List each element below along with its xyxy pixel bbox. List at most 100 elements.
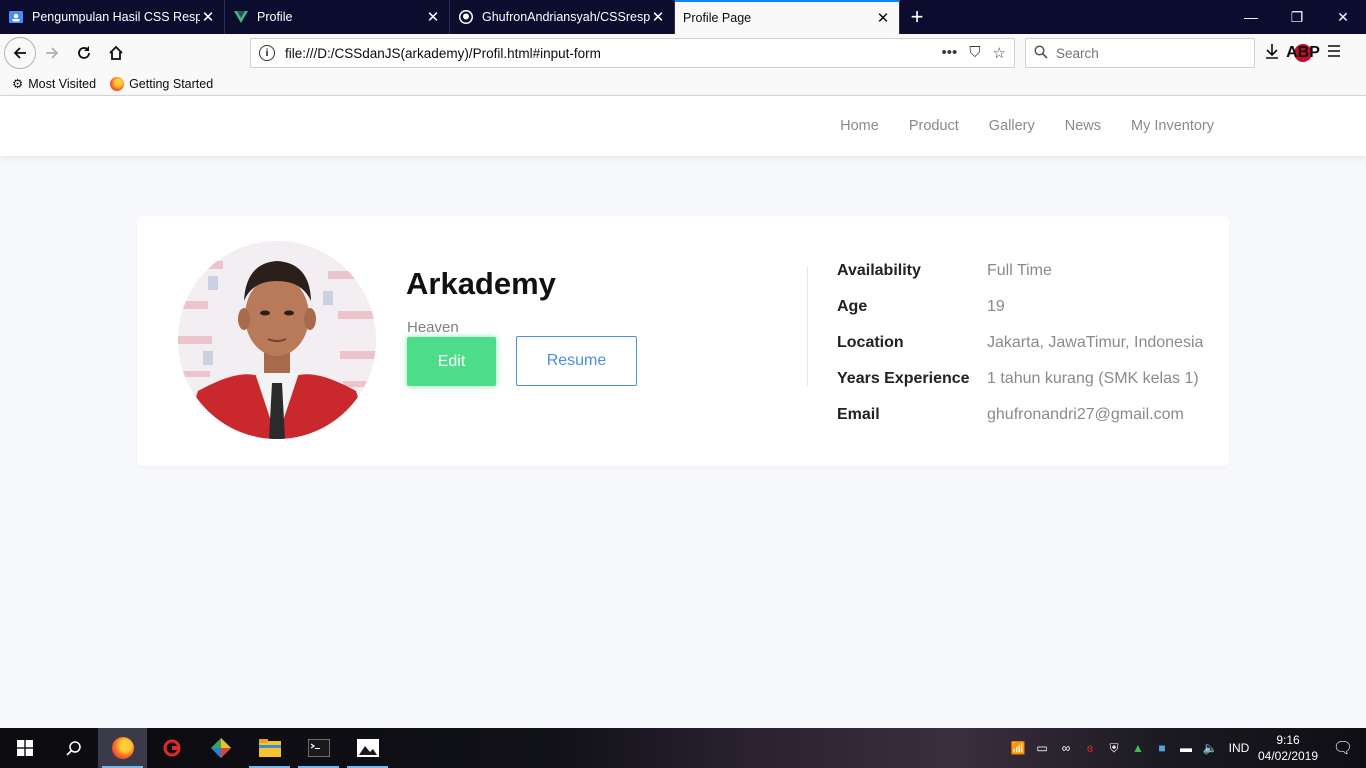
- folder-icon: [258, 739, 281, 757]
- search-icon: [1034, 44, 1048, 62]
- detail-row-location: Location Jakarta, JawaTimur, Indonesia: [837, 334, 1203, 352]
- detail-row-availability: Availability Full Time: [837, 262, 1052, 280]
- display-icon[interactable]: ▬: [1174, 741, 1198, 755]
- resume-button[interactable]: Resume: [516, 336, 637, 386]
- new-tab-button[interactable]: +: [900, 0, 934, 34]
- arrow-left-icon: [13, 47, 26, 59]
- tab-profile-page[interactable]: Profile Page ✕: [675, 0, 900, 34]
- search-input[interactable]: Search: [1025, 38, 1255, 68]
- restore-icon[interactable]: ❐: [1274, 0, 1320, 34]
- nav-links: Home Product Gallery News My Inventory: [840, 96, 1214, 156]
- detail-value: ghufronandri27@gmail.com: [987, 406, 1184, 423]
- nav-link-gallery[interactable]: Gallery: [989, 118, 1035, 134]
- garena-icon: [163, 739, 180, 757]
- clock[interactable]: 9:16 04/02/2019: [1256, 732, 1320, 764]
- home-icon: [109, 45, 123, 60]
- taskbar-terminal[interactable]: [294, 728, 343, 768]
- menu-icon[interactable]: [1326, 43, 1342, 64]
- taskbar-firefox[interactable]: [98, 728, 147, 768]
- battery-icon[interactable]: ▭: [1030, 741, 1054, 755]
- detail-value: 19: [987, 298, 1005, 315]
- start-button[interactable]: [0, 728, 49, 768]
- home-button[interactable]: [100, 37, 132, 69]
- tab-title: Profile: [257, 10, 293, 24]
- gear-icon: ⚙: [12, 77, 24, 91]
- back-button[interactable]: [4, 37, 36, 69]
- close-tab-icon[interactable]: ✕: [200, 8, 216, 26]
- detail-value: Full Time: [987, 262, 1052, 279]
- close-window-icon[interactable]: ✕: [1320, 0, 1366, 34]
- classroom-icon: [8, 9, 24, 25]
- nav-link-news[interactable]: News: [1065, 118, 1101, 134]
- profile-card: Arkademy Heaven Edit Resume Availability…: [137, 216, 1229, 466]
- info-icon[interactable]: i: [259, 45, 275, 61]
- garena-tray-icon[interactable]: ɞ: [1078, 741, 1102, 755]
- tab-strip: Pengumpulan Hasil CSS Respo ✕ Profile ✕ …: [0, 0, 1366, 34]
- profile-role: Heaven: [407, 319, 459, 336]
- page-viewport: Home Product Gallery News My Inventory A…: [0, 96, 1366, 728]
- close-tab-icon[interactable]: ✕: [650, 8, 666, 26]
- site-navbar: Home Product Gallery News My Inventory: [0, 96, 1366, 156]
- download-icon[interactable]: [1264, 43, 1280, 64]
- taskbar-app-diamond[interactable]: [196, 728, 245, 768]
- notification-icon[interactable]: 🗨: [1320, 738, 1366, 758]
- volume-icon[interactable]: 🔈: [1198, 741, 1222, 755]
- detail-label: Location: [837, 334, 904, 351]
- profile-name: Arkademy: [406, 266, 556, 301]
- tab-profile[interactable]: Profile ✕: [225, 0, 450, 34]
- tab-title: GhufronAndriansyah/CSSrespo: [482, 10, 650, 24]
- tab-github[interactable]: GhufronAndriansyah/CSSrespo ✕: [450, 0, 675, 34]
- nvidia-icon[interactable]: ▲: [1126, 741, 1150, 755]
- taskbar-garena[interactable]: [147, 728, 196, 768]
- taskbar-file-explorer[interactable]: [245, 728, 294, 768]
- window-controls: — ❐ ✕: [1228, 0, 1366, 34]
- diamond-app-icon: [210, 738, 231, 758]
- edit-button[interactable]: Edit: [407, 337, 496, 386]
- app-tray-icon[interactable]: ■: [1150, 741, 1174, 755]
- search-placeholder: Search: [1056, 45, 1099, 61]
- bookmarks-bar: ⚙ Most Visited Getting Started: [0, 72, 1366, 96]
- url-text[interactable]: file:///D:/CSSdanJS(arkademy)/Profil.htm…: [285, 46, 942, 61]
- photos-icon: [356, 739, 379, 757]
- shield-icon[interactable]: ⛨: [1102, 741, 1126, 756]
- system-tray: 📶 ▭ ∞ ɞ ⛨ ▲ ■ ▬ 🔈 IND 9:16 04/02/2019 🗨: [1006, 728, 1366, 768]
- github-icon: [458, 9, 474, 25]
- detail-value: Jakarta, JawaTimur, Indonesia: [987, 334, 1204, 351]
- adblock-icon[interactable]: ABP: [1286, 44, 1320, 62]
- search-taskbar-button[interactable]: [49, 728, 98, 768]
- link-icon[interactable]: ∞: [1054, 741, 1078, 755]
- divider: [807, 266, 808, 386]
- address-bar[interactable]: i file:///D:/CSSdanJS(arkademy)/Profil.h…: [250, 38, 1015, 68]
- tab-classroom[interactable]: Pengumpulan Hasil CSS Respo ✕: [0, 0, 225, 34]
- clock-time: 9:16: [1276, 733, 1300, 747]
- taskbar-photos[interactable]: [343, 728, 392, 768]
- nav-toolbar: i file:///D:/CSSdanJS(arkademy)/Profil.h…: [0, 34, 1366, 72]
- detail-label: Years Experience: [837, 370, 970, 387]
- reload-button[interactable]: [68, 37, 100, 69]
- close-tab-icon[interactable]: ✕: [875, 9, 891, 27]
- detail-label: Email: [837, 406, 880, 423]
- reload-icon: [78, 46, 90, 59]
- vue-icon: [233, 9, 249, 25]
- nav-link-my-inventory[interactable]: My Inventory: [1131, 118, 1214, 134]
- bookmark-star-icon[interactable]: ☆: [993, 44, 1006, 62]
- forward-button[interactable]: [36, 37, 68, 69]
- bookmark-label: Getting Started: [129, 76, 214, 91]
- network-icon[interactable]: 📶: [1006, 741, 1030, 755]
- page-actions-icon[interactable]: •••: [942, 44, 958, 62]
- detail-value: 1 tahun kurang (SMK kelas 1): [987, 370, 1199, 387]
- bookmark-most-visited[interactable]: ⚙ Most Visited: [12, 76, 96, 92]
- arrow-right-icon: [46, 47, 59, 59]
- language-indicator[interactable]: IND: [1222, 741, 1256, 755]
- clock-date: 04/02/2019: [1257, 749, 1319, 763]
- nav-link-product[interactable]: Product: [909, 118, 959, 134]
- pocket-icon[interactable]: ⛉: [969, 44, 980, 62]
- minimize-icon[interactable]: —: [1228, 0, 1274, 34]
- terminal-icon: [307, 739, 330, 757]
- close-tab-icon[interactable]: ✕: [425, 8, 441, 26]
- windows-icon: [16, 740, 33, 756]
- nav-link-home[interactable]: Home: [840, 118, 879, 134]
- bookmark-getting-started[interactable]: Getting Started: [110, 76, 214, 91]
- avatar: [178, 241, 376, 439]
- taskbar: 📶 ▭ ∞ ɞ ⛨ ▲ ■ ▬ 🔈 IND 9:16 04/02/2019 🗨: [0, 728, 1366, 768]
